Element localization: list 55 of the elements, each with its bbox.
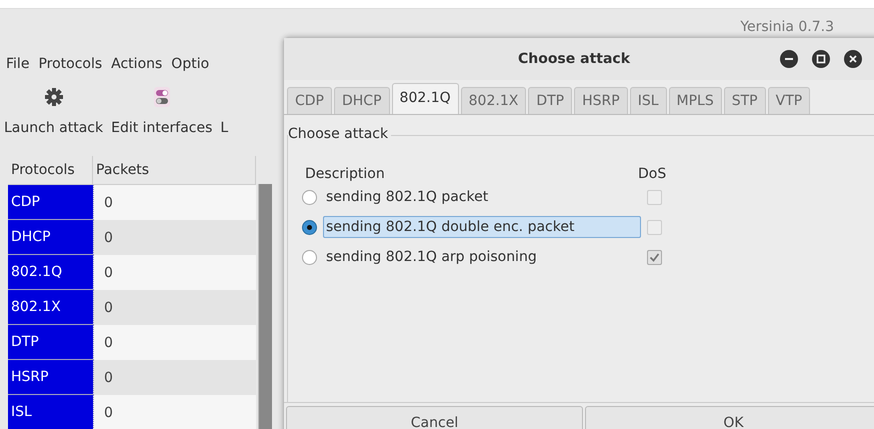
- close-button[interactable]: [844, 50, 862, 68]
- table-cell: 0: [93, 290, 256, 325]
- checkmark-icon: [649, 252, 660, 262]
- table-cell: 802.1X: [8, 290, 93, 325]
- window-title: Yersinia 0.7.3: [740, 18, 834, 34]
- menu-item[interactable]: Actions: [111, 56, 162, 72]
- toolbar-button[interactable]: L: [220, 86, 228, 136]
- table-cell: 0: [93, 220, 256, 255]
- table-cell: 802.1Q: [8, 255, 93, 290]
- dialog-button[interactable]: OK: [585, 406, 874, 429]
- radio-button[interactable]: [302, 190, 317, 204]
- checkbox[interactable]: [647, 250, 662, 264]
- checkbox[interactable]: [647, 190, 662, 204]
- gear-icon: [44, 88, 63, 106]
- table-cell: 0: [93, 325, 256, 360]
- tab[interactable]: ISL: [630, 87, 667, 114]
- radio-button[interactable]: [302, 250, 317, 264]
- checkbox[interactable]: [647, 220, 662, 234]
- table-cell: HSRP: [8, 360, 93, 395]
- column-header[interactable]: Protocols: [8, 156, 93, 184]
- tab[interactable]: MPLS: [668, 87, 722, 114]
- attack-description[interactable]: sending 802.1Q arp poisoning: [323, 246, 641, 268]
- toolbar-button[interactable]: Edit interfaces: [111, 86, 212, 136]
- radio-button[interactable]: [302, 220, 317, 234]
- tab[interactable]: VTP: [768, 87, 810, 114]
- tab[interactable]: STP: [724, 87, 766, 114]
- menu-item[interactable]: Protocols: [38, 56, 102, 72]
- column-header[interactable]: Packets: [93, 156, 256, 184]
- table-cell: 0: [93, 395, 256, 429]
- tab[interactable]: 802.1Q: [392, 83, 459, 114]
- table-cell: ISL: [8, 395, 93, 429]
- tab[interactable]: 802.1X: [460, 87, 526, 114]
- table-cell: 0: [93, 360, 256, 395]
- table-cell: DHCP: [8, 220, 93, 255]
- table-cell: 0: [93, 255, 256, 290]
- dialog-title: Choose attack: [518, 51, 630, 67]
- tab[interactable]: HSRP: [574, 87, 628, 114]
- tab[interactable]: DTP: [528, 87, 572, 114]
- menu-item[interactable]: File: [6, 56, 30, 72]
- table-cell: DTP: [8, 325, 93, 360]
- scrollbar[interactable]: [258, 184, 272, 429]
- maximize-button[interactable]: [812, 50, 830, 68]
- menu-item[interactable]: Optio: [171, 56, 210, 72]
- attack-description[interactable]: sending 802.1Q double enc. packet: [323, 216, 641, 238]
- column-header: Description: [304, 166, 386, 182]
- minimize-button[interactable]: [780, 50, 798, 68]
- toggle-switch-icon: [154, 87, 170, 107]
- tab[interactable]: DHCP: [334, 87, 390, 114]
- table-cell: 0: [93, 185, 256, 220]
- column-header: DoS: [637, 166, 666, 182]
- toolbar-button[interactable]: Launch attack: [4, 86, 104, 136]
- attack-description[interactable]: sending 802.1Q packet: [323, 186, 641, 208]
- tab[interactable]: CDP: [287, 87, 332, 114]
- table-cell: CDP: [8, 185, 93, 220]
- dialog-button[interactable]: Cancel: [286, 406, 583, 429]
